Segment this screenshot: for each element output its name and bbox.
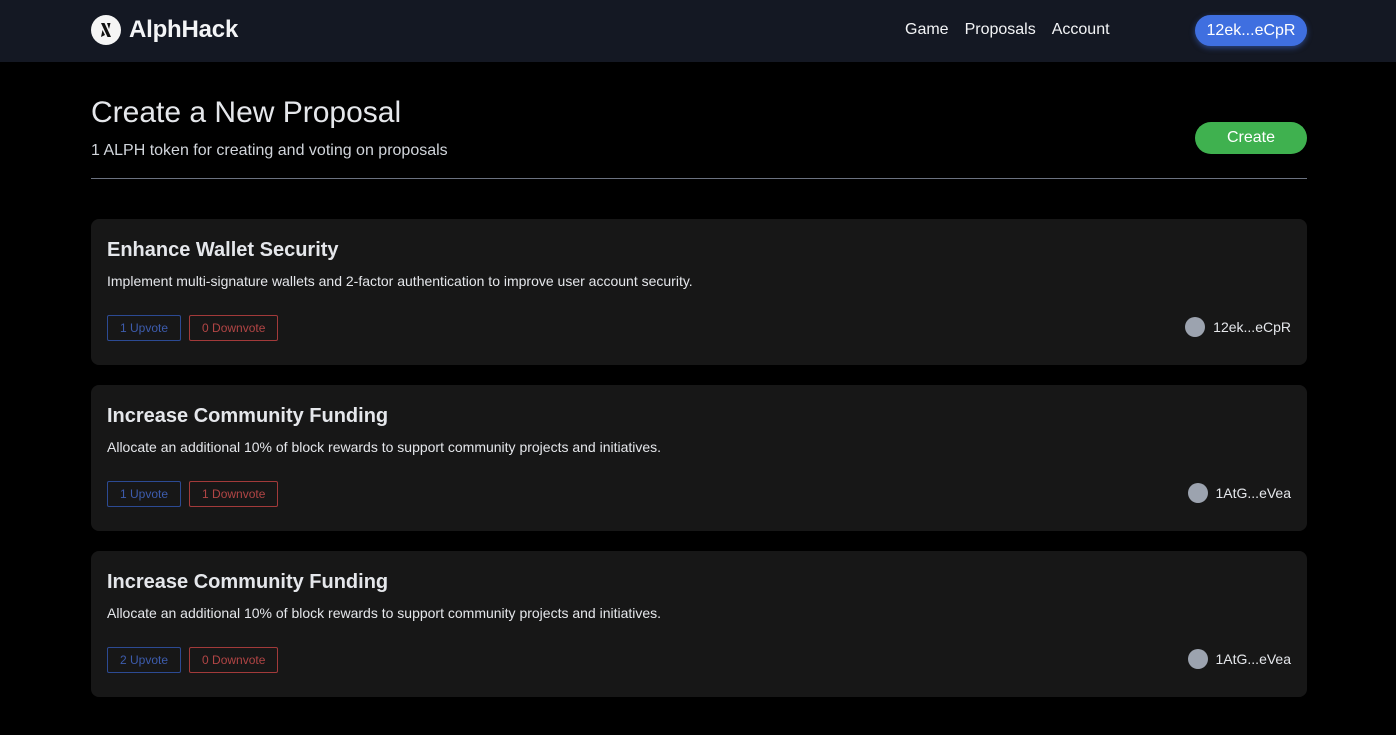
author-address: 1AtG...eVea bbox=[1215, 651, 1292, 667]
proposal-description: Allocate an additional 10% of block rewa… bbox=[107, 605, 662, 621]
avatar-icon bbox=[1187, 483, 1208, 503]
proposal-title: Enhance Wallet Security bbox=[107, 239, 339, 261]
divider bbox=[91, 178, 1307, 179]
author-address: 1AtG...eVea bbox=[1215, 485, 1292, 501]
proposal-description: Implement multi-signature wallets and 2-… bbox=[107, 273, 693, 289]
alphhack-logo-icon bbox=[91, 15, 121, 45]
downvote-button[interactable]: 0 Downvote bbox=[189, 315, 279, 341]
main-nav: Game Proposals Account bbox=[905, 20, 1110, 40]
proposal-author: 12ek...eCpR bbox=[1185, 317, 1291, 337]
proposal-author: 1AtG...eVea bbox=[1187, 649, 1292, 669]
vote-buttons: 1 Upvote 1 Downvote bbox=[107, 481, 279, 507]
downvote-button[interactable]: 0 Downvote bbox=[189, 647, 279, 673]
vote-buttons: 1 Upvote 0 Downvote bbox=[107, 315, 279, 341]
create-proposal-button[interactable]: Create bbox=[1195, 122, 1307, 154]
proposal-card: Enhance Wallet Security Implement multi-… bbox=[91, 219, 1307, 365]
page-title: Create a New Proposal bbox=[91, 96, 402, 129]
author-address: 12ek...eCpR bbox=[1213, 319, 1291, 335]
upvote-button[interactable]: 1 Upvote bbox=[107, 315, 182, 341]
top-navbar: AlphHack Game Proposals Account 12ek...e… bbox=[0, 0, 1396, 62]
brand-name: AlphHack bbox=[129, 16, 239, 43]
proposal-title: Increase Community Funding bbox=[107, 571, 389, 593]
vote-buttons: 2 Upvote 0 Downvote bbox=[107, 647, 279, 673]
upvote-button[interactable]: 2 Upvote bbox=[107, 647, 182, 673]
nav-link-game[interactable]: Game bbox=[905, 20, 949, 40]
nav-link-proposals[interactable]: Proposals bbox=[965, 20, 1036, 40]
proposal-card: Increase Community Funding Allocate an a… bbox=[91, 551, 1307, 697]
page-subtitle: 1 ALPH token for creating and voting on … bbox=[91, 142, 448, 159]
upvote-button[interactable]: 1 Upvote bbox=[107, 481, 182, 507]
proposal-author: 1AtG...eVea bbox=[1187, 483, 1292, 503]
proposal-card: Increase Community Funding Allocate an a… bbox=[91, 385, 1307, 531]
wallet-address-button[interactable]: 12ek...eCpR bbox=[1195, 15, 1307, 46]
downvote-button[interactable]: 1 Downvote bbox=[189, 481, 279, 507]
avatar-icon bbox=[1187, 649, 1208, 669]
brand[interactable]: AlphHack bbox=[91, 15, 238, 45]
nav-link-account[interactable]: Account bbox=[1052, 20, 1110, 40]
proposal-title: Increase Community Funding bbox=[107, 405, 389, 427]
avatar-icon bbox=[1185, 317, 1206, 337]
proposal-description: Allocate an additional 10% of block rewa… bbox=[107, 439, 662, 455]
